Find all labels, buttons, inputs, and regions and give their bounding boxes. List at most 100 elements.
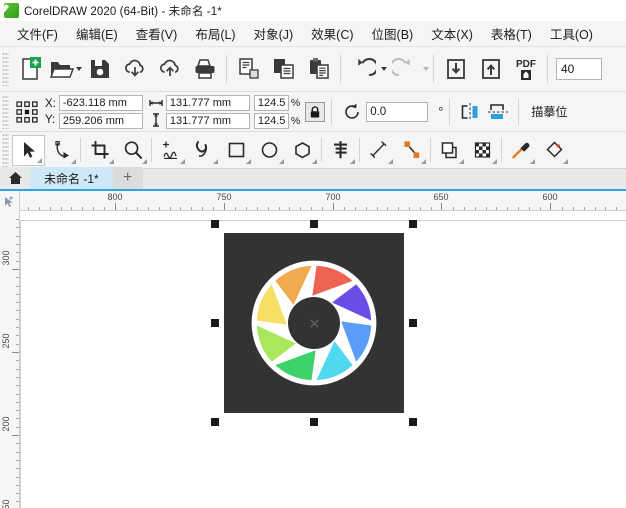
home-screen-tab[interactable] [0,167,30,189]
menu-view[interactable]: 查看(V) [127,21,187,47]
tool-transparency[interactable] [466,135,499,166]
object-width-input[interactable]: 131.777 mm [165,94,250,111]
ruler-label: 300 [1,250,11,266]
document-tab-untitled-1[interactable]: 未命名 -1* [30,167,113,189]
ruler-tick-minor [518,207,519,210]
selection-handle-se[interactable] [409,418,417,426]
tool-drop-shadow[interactable] [433,135,466,166]
ruler-tick-minor [475,207,476,210]
ruler-tick-minor [605,207,606,210]
ruler-tick-minor [246,207,247,210]
bitmap-object[interactable] [224,233,404,413]
ruler-tick-minor [16,394,19,395]
tool-artistic-media[interactable] [187,135,220,166]
open-document-button[interactable] [47,51,75,87]
redo-button[interactable] [387,51,422,87]
tool-ellipse[interactable] [253,135,286,166]
ruler-tick-major [441,203,442,210]
ruler-tick-minor [16,501,19,502]
paste-button[interactable] [301,51,336,87]
selection-handle-e[interactable] [409,319,417,327]
selected-bitmap-coreldraw-logo[interactable] [211,220,417,426]
drawing-canvas[interactable] [20,211,626,508]
add-document-tab-button[interactable]: + [112,167,143,189]
selection-handle-n[interactable] [310,220,318,228]
vertical-ruler[interactable]: 300 250 200 150 [0,211,20,508]
ruler-tick-minor [202,207,203,210]
selection-handle-s[interactable] [310,418,318,426]
tool-color-eyedropper[interactable] [504,135,537,166]
ruler-tick-minor [39,207,40,210]
tool-shape[interactable] [45,135,78,166]
menu-object[interactable]: 对象(J) [245,21,303,47]
transparency-checker-icon [474,142,490,158]
menu-effects[interactable]: 效果(C) [302,21,362,47]
scale-x-input[interactable]: 124.5 [253,94,289,111]
selection-handle-sw[interactable] [211,418,219,426]
tool-interactive-fill[interactable] [537,135,570,166]
ruler-origin-corner[interactable] [0,191,20,211]
mirror-horizontal-button[interactable] [456,99,484,125]
coreldraw-app-icon [4,3,19,18]
ruler-label: 800 [107,192,123,202]
download-cloud-button[interactable] [117,51,152,87]
menu-tools[interactable]: 工具(O) [541,21,602,47]
redo-dropdown-caret[interactable] [423,67,429,71]
selection-handle-w[interactable] [211,319,219,327]
new-document-icon [21,57,41,80]
tool-crop[interactable] [83,135,116,166]
object-x-input[interactable]: -623.118 mm [58,94,143,111]
horizontal-ruler[interactable]: 800750700650600550500450 [20,191,626,210]
pdf-icon: PDF [516,59,536,80]
toolbox-drag-grip[interactable] [2,133,9,167]
ruler-tick-minor [159,207,160,210]
upload-cloud-button[interactable] [152,51,187,87]
shape-node-icon [54,141,69,159]
tool-parallel-dimension[interactable] [362,135,395,166]
mirror-vertical-button[interactable] [484,99,512,125]
printer-icon [195,59,214,79]
tool-zoom[interactable] [116,135,149,166]
ruler-tick-minor [268,207,269,210]
trace-bitmap-button[interactable]: 描摹位 [531,103,567,120]
lock-aspect-ratio-button[interactable] [305,101,326,122]
publish-pdf-button[interactable]: PDF [508,51,543,87]
tool-freehand[interactable] [154,135,187,166]
menu-text[interactable]: 文本(X) [422,21,482,47]
undo-button[interactable] [345,51,380,87]
copy-button[interactable] [266,51,301,87]
toolbar-drag-grip[interactable] [2,52,9,86]
save-document-button[interactable] [82,51,117,87]
zoom-level-input[interactable]: 40 [556,58,602,80]
selection-handle-nw[interactable] [211,220,219,228]
new-document-button[interactable] [12,51,47,87]
object-y-input[interactable]: 259.206 mm [58,112,143,129]
height-arrow-icon [152,113,159,127]
ruler-tick-minor [562,207,563,210]
import-button[interactable] [438,51,473,87]
scale-y-input[interactable]: 124.5 [253,112,289,129]
menu-file[interactable]: 文件(F) [8,21,67,47]
tool-polygon[interactable] [286,135,319,166]
tool-pick[interactable] [12,134,45,166]
tool-text[interactable] [324,135,357,166]
menu-bitmap[interactable]: 位图(B) [363,21,423,47]
toolbar-separator-1 [226,55,227,83]
print-button[interactable] [187,51,222,87]
rotation-angle-input[interactable]: 0.0 [366,101,429,122]
menu-table[interactable]: 表格(T) [482,21,541,47]
ruler-tick-minor [16,402,19,403]
export-button[interactable] [473,51,508,87]
propertybar-drag-grip[interactable] [2,94,9,129]
cut-button[interactable] [231,51,266,87]
selection-handle-ne[interactable] [409,220,417,228]
tool-connector[interactable] [395,135,428,166]
menu-layout[interactable]: 布局(L) [186,21,244,47]
ruler-tick-major [12,269,19,270]
tool-rectangle[interactable] [220,135,253,166]
ruler-tick-minor [16,236,19,237]
ruler-tick-minor [235,207,236,210]
menu-edit[interactable]: 编辑(E) [67,21,127,47]
object-height-input[interactable]: 131.777 mm [165,112,250,129]
object-origin-anchor-icon[interactable] [14,99,40,125]
